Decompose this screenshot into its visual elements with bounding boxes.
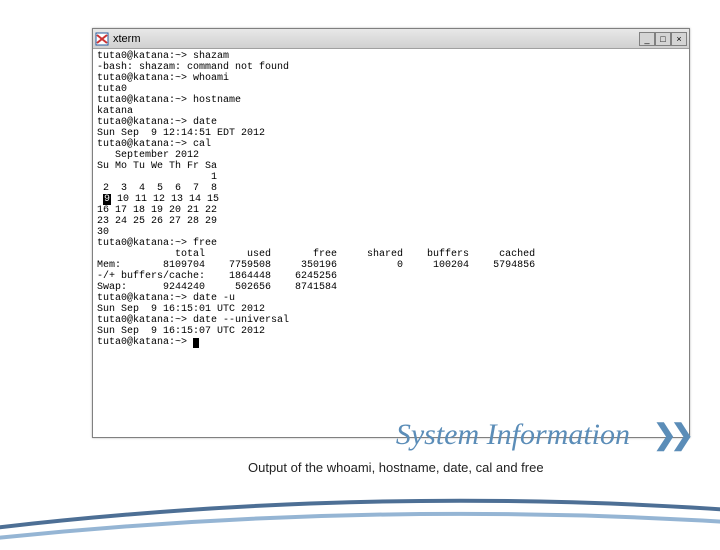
- decorative-swoosh: [0, 470, 720, 550]
- minimize-button[interactable]: _: [639, 32, 655, 46]
- xterm-window: xterm _ □ × tuta0@katana:~> shazam -bash…: [92, 28, 690, 438]
- window-titlebar[interactable]: xterm _ □ ×: [93, 29, 689, 49]
- chevron-icon: ❯❯: [653, 418, 688, 451]
- slide-container: xterm _ □ × tuta0@katana:~> shazam -bash…: [0, 0, 720, 540]
- titlebar-button-group: _ □ ×: [639, 32, 687, 46]
- close-button[interactable]: ×: [671, 32, 687, 46]
- window-title: xterm: [113, 33, 639, 45]
- terminal-output[interactable]: tuta0@katana:~> shazam -bash: shazam: co…: [93, 49, 689, 437]
- maximize-button[interactable]: □: [655, 32, 671, 46]
- slide-title: System Information: [396, 418, 630, 452]
- xterm-icon: [95, 32, 109, 46]
